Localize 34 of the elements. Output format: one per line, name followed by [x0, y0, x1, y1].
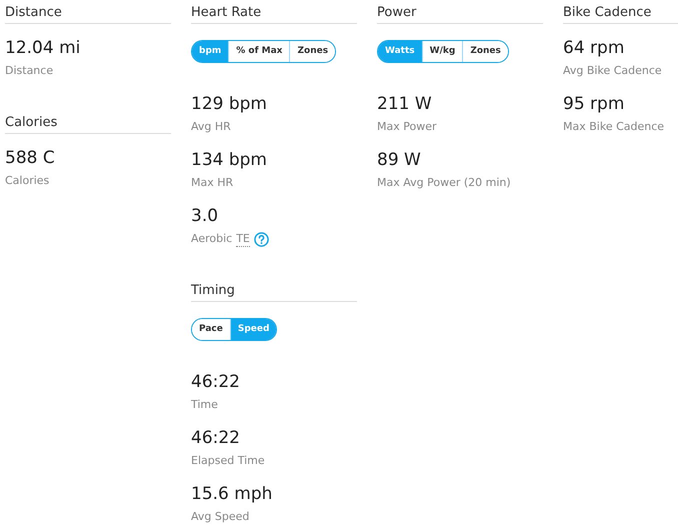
- stat-label: Max Bike Cadence: [563, 119, 664, 135]
- stat-value: 129 bpm: [191, 93, 267, 116]
- stat-label: Avg HR: [191, 119, 231, 135]
- stat-value: 89 W: [377, 149, 421, 172]
- help-icon[interactable]: [254, 232, 269, 246]
- stat-value: 3.0: [191, 205, 218, 228]
- stat-value: 15.6 mph: [191, 483, 272, 506]
- section-title: Calories: [5, 110, 171, 134]
- stat-label: Time: [191, 397, 218, 413]
- stat-value: 64 rpm: [563, 37, 624, 60]
- section-title: Distance: [5, 0, 171, 24]
- stat-label: Max Avg Power (20 min): [377, 175, 511, 191]
- stat-label: Avg Speed: [191, 509, 250, 525]
- stat-label: Avg Bike Cadence: [563, 63, 662, 79]
- stat-label: Aerobic: [191, 231, 232, 247]
- section-title: Power: [377, 0, 543, 24]
- stat-value: 12.04 mi: [5, 37, 80, 60]
- stat-label: Calories: [5, 173, 50, 189]
- stat-value: 134 bpm: [191, 149, 267, 172]
- unit-toggle-option[interactable]: Zones: [289, 41, 336, 62]
- stat-label: Distance: [5, 63, 54, 79]
- stat-value: 588 C: [5, 147, 55, 170]
- stat-label: Max HR: [191, 175, 234, 191]
- section-title: Bike Cadence: [563, 0, 678, 24]
- stat-value: 46:22: [191, 427, 240, 450]
- stat-label: Max Power: [377, 119, 436, 135]
- stat-value: 46:22: [191, 371, 240, 394]
- section-title: Timing: [191, 278, 357, 302]
- section-title: Heart Rate: [191, 0, 357, 24]
- stat-value: 95 rpm: [563, 93, 624, 116]
- abbreviation: TE: [236, 232, 250, 246]
- unit-toggle-option[interactable]: Zones: [462, 41, 508, 62]
- stat-label: Elapsed Time: [191, 453, 265, 469]
- stat-value: 211 W: [377, 93, 432, 116]
